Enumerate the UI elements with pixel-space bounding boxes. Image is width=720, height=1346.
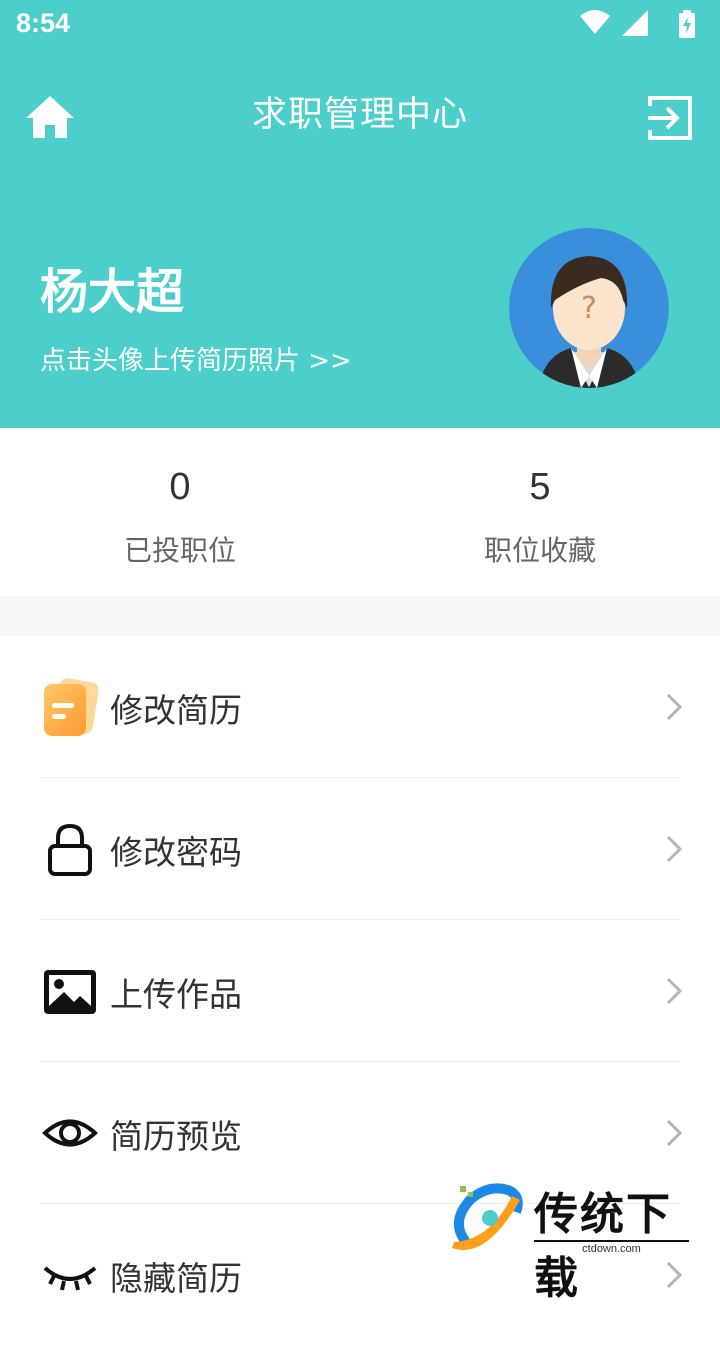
- menu-item-label: 简历预览: [110, 1117, 242, 1156]
- eye-icon: [42, 1119, 98, 1147]
- stat-applied-label: 已投职位: [123, 534, 236, 567]
- battery-charging-icon: [679, 10, 695, 38]
- logout-button[interactable]: [646, 94, 694, 142]
- avatar-placeholder-icon: ?: [509, 228, 669, 388]
- status-bar: 8:54: [0, 0, 720, 50]
- user-name: 杨大超: [40, 264, 185, 320]
- stats-panel: 0 已投职位 5 职位收藏: [0, 428, 720, 596]
- lock-icon: [48, 823, 92, 876]
- chevron-right-icon: [666, 1119, 683, 1147]
- menu-item-upload-works[interactable]: 上传作品: [0, 920, 720, 1062]
- menu-item-label: 修改密码: [110, 833, 242, 872]
- chevron-right-icon: [666, 693, 683, 721]
- menu-item-label: 修改简历: [110, 691, 242, 730]
- stat-favorites[interactable]: 5 职位收藏: [360, 466, 720, 569]
- menu-item-edit-resume[interactable]: 修改简历: [0, 636, 720, 778]
- svg-text:?: ?: [581, 291, 597, 326]
- menu-item-change-password[interactable]: 修改密码: [0, 778, 720, 920]
- menu-item-label: 上传作品: [110, 975, 242, 1014]
- header-panel: 8:54 求职管理中心 杨大超 点击头像上传简历照片 >> ?: [0, 0, 720, 428]
- stat-favorites-label: 职位收藏: [483, 534, 596, 567]
- page-title: 求职管理中心: [251, 95, 468, 135]
- menu-item-label: 隐藏简历: [110, 1259, 242, 1298]
- image-icon: [44, 970, 96, 1014]
- upload-photo-link[interactable]: 点击头像上传简历照片 >>: [40, 340, 352, 377]
- avatar[interactable]: ?: [509, 228, 669, 388]
- stat-applied-count: 0: [169, 466, 191, 508]
- logout-icon: [648, 96, 692, 140]
- watermark: 传统下载 ctdown.com: [446, 1182, 696, 1304]
- chevron-right-icon: [666, 977, 683, 1005]
- resume-icon: [44, 678, 98, 736]
- chevron-right-icon: [666, 835, 683, 863]
- stat-applied[interactable]: 0 已投职位: [0, 466, 360, 569]
- signal-icon: [622, 10, 648, 36]
- eye-closed-icon: [43, 1266, 97, 1291]
- watermark-url: ctdown.com: [534, 1240, 689, 1255]
- watermark-logo-icon: [452, 1183, 523, 1250]
- status-time: 8:54: [16, 8, 71, 38]
- stat-favorites-count: 5: [529, 466, 551, 508]
- section-gap: [0, 596, 720, 636]
- wifi-icon: [580, 10, 610, 34]
